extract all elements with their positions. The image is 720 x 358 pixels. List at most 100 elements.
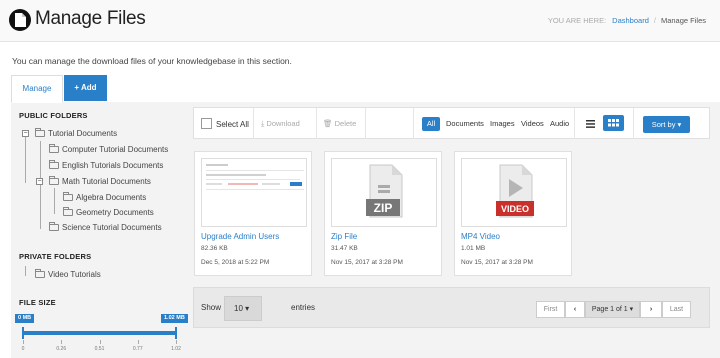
caret-down-icon: ▾: [245, 304, 250, 313]
breadcrumb-current: Manage Files: [660, 16, 706, 25]
tree-item-geometry[interactable]: Geometry Documents: [63, 207, 154, 217]
zip-badge-label: ZIP: [374, 201, 393, 215]
folder-icon: [63, 192, 73, 201]
sort-by-label: Sort by: [651, 120, 676, 129]
tree-item-math-tutorial[interactable]: Math Tutorial Documents: [49, 176, 151, 186]
tree-item-label: Science Tutorial Documents: [62, 223, 162, 232]
entries-per-page-select[interactable]: 10 ▾: [224, 296, 262, 321]
tree-item-english-tutorials[interactable]: English Tutorials Documents: [49, 160, 164, 170]
trash-icon: 🗑: [323, 119, 333, 128]
file-name[interactable]: Upgrade Admin Users: [201, 232, 279, 241]
download-icon: ⤓: [261, 119, 265, 128]
tree-item-algebra[interactable]: Algebra Documents: [63, 192, 147, 202]
tree-item-label: Algebra Documents: [76, 193, 147, 202]
breadcrumb-prefix: YOU ARE HERE:: [547, 16, 607, 25]
folder-icon: [35, 269, 45, 278]
sidebar: PUBLIC FOLDERS − Tutorial Documents Comp…: [19, 106, 184, 358]
intro-text: You can manage the download files of you…: [12, 56, 292, 66]
folder-icon: [49, 176, 59, 185]
tree-item-video-tutorials[interactable]: Video Tutorials: [35, 269, 101, 279]
file-date: Dec 5, 2018 at 5:22 PM: [201, 259, 270, 266]
breadcrumb-dashboard-link[interactable]: Dashboard: [612, 16, 649, 25]
filter-documents[interactable]: Documents: [446, 119, 484, 128]
tree-item-label: Tutorial Documents: [48, 129, 118, 138]
toolbar-divider: [253, 108, 254, 139]
folder-icon: [63, 207, 73, 216]
slider-scale-tick: [61, 340, 63, 344]
file-size-heading: FILE SIZE: [19, 298, 56, 307]
toolbar-divider: [316, 108, 317, 139]
slider-min-handle[interactable]: [22, 327, 24, 339]
chevron-left-icon: ‹: [573, 306, 577, 313]
file-date: Nov 15, 2017 at 3:28 PM: [461, 259, 533, 266]
toolbar-divider: [574, 108, 575, 139]
filter-audio[interactable]: Audio: [550, 119, 569, 128]
slider-scale-label: 0.77: [132, 346, 143, 352]
list-view-icon[interactable]: [583, 117, 598, 131]
file-card[interactable]: ZIP Zip File 31.47 KB Nov 15, 2017 at 3:…: [324, 151, 442, 276]
file-card[interactable]: VIDEO MP4 Video 1.01 MB Nov 15, 2017 at …: [454, 151, 572, 276]
tree-item-label: English Tutorials Documents: [62, 161, 164, 170]
file-name[interactable]: Zip File: [331, 232, 357, 241]
caret-down-icon: ▾: [677, 120, 682, 129]
filter-images[interactable]: Images: [490, 119, 515, 128]
show-label: Show: [201, 303, 222, 312]
folder-icon: [49, 222, 59, 231]
video-file-icon: VIDEO: [496, 164, 534, 218]
select-all-label[interactable]: Select All: [216, 120, 249, 129]
slider-max-label: 1.02 MB: [161, 314, 188, 323]
delete-label: Delete: [334, 119, 357, 128]
screenshot-thumbnail-icon: [206, 164, 304, 190]
tab-manage[interactable]: Manage: [11, 75, 63, 103]
folder-icon: [35, 128, 45, 137]
tree-item-label: Computer Tutorial Documents: [62, 145, 169, 154]
file-card[interactable]: Upgrade Admin Users 82.36 KB Dec 5, 2018…: [194, 151, 312, 276]
tree-item-label: Geometry Documents: [76, 208, 154, 217]
delete-button[interactable]: 🗑 Delete: [323, 119, 356, 128]
toolbar-divider: [413, 108, 414, 139]
file-size: 31.47 KB: [331, 245, 358, 252]
collapse-toggle[interactable]: −: [22, 130, 29, 137]
grid-view-icon[interactable]: [603, 115, 624, 131]
tab-bar: Manage + Add: [11, 75, 720, 103]
file-size-slider-track[interactable]: [23, 331, 176, 335]
file-thumbnail: [201, 158, 307, 227]
file-size: 1.01 MB: [461, 245, 486, 252]
slider-scale-tick: [176, 340, 177, 344]
slider-scale-tick: [137, 340, 139, 344]
tree-item-label: Video Tutorials: [48, 270, 101, 279]
slider-scale-tick: [99, 340, 101, 344]
page-select[interactable]: Page 1 of 1 ▾: [585, 301, 640, 318]
add-button[interactable]: + Add: [64, 75, 107, 101]
filter-videos[interactable]: Videos: [521, 119, 544, 128]
tree-item-tutorial-documents[interactable]: Tutorial Documents: [35, 128, 118, 138]
slider-scale-label: 1.02: [171, 346, 181, 352]
file-thumbnail: VIDEO: [461, 158, 567, 227]
collapse-toggle[interactable]: −: [36, 178, 43, 185]
filter-all[interactable]: All: [422, 117, 440, 131]
select-all-checkbox[interactable]: [201, 118, 212, 129]
download-button[interactable]: ⤓ Download: [261, 119, 300, 129]
file-toolbar: Select All ⤓ Download 🗑 Delete All Docum…: [193, 107, 710, 139]
last-page-button[interactable]: Last: [662, 301, 691, 318]
tree-item-science-tutorial[interactable]: Science Tutorial Documents: [49, 222, 162, 232]
toolbar-divider: [365, 108, 366, 139]
prev-page-button[interactable]: ‹: [565, 301, 585, 318]
next-page-button[interactable]: ›: [640, 301, 662, 318]
slider-scale-tick: [23, 340, 24, 344]
slider-max-handle[interactable]: [175, 327, 177, 339]
tree-line: [40, 141, 41, 229]
zip-file-icon: ZIP: [366, 164, 403, 218]
public-folders-heading: PUBLIC FOLDERS: [19, 111, 88, 120]
private-folders-heading: PRIVATE FOLDERS: [19, 252, 92, 261]
tree-line: [54, 188, 55, 214]
first-page-button[interactable]: First: [536, 301, 565, 318]
pagination-bar: Show 10 ▾ entries First ‹ Page 1 of 1 ▾ …: [193, 287, 710, 328]
tree-item-computer-tutorial[interactable]: Computer Tutorial Documents: [49, 144, 169, 154]
slider-scale-label: 0.51: [94, 346, 105, 352]
file-thumbnail: ZIP: [331, 158, 437, 227]
slider-scale-label: 0: [21, 346, 25, 352]
file-size: 82.36 KB: [201, 245, 228, 252]
file-name[interactable]: MP4 Video: [461, 232, 500, 241]
sort-by-button[interactable]: Sort by ▾: [643, 116, 690, 133]
